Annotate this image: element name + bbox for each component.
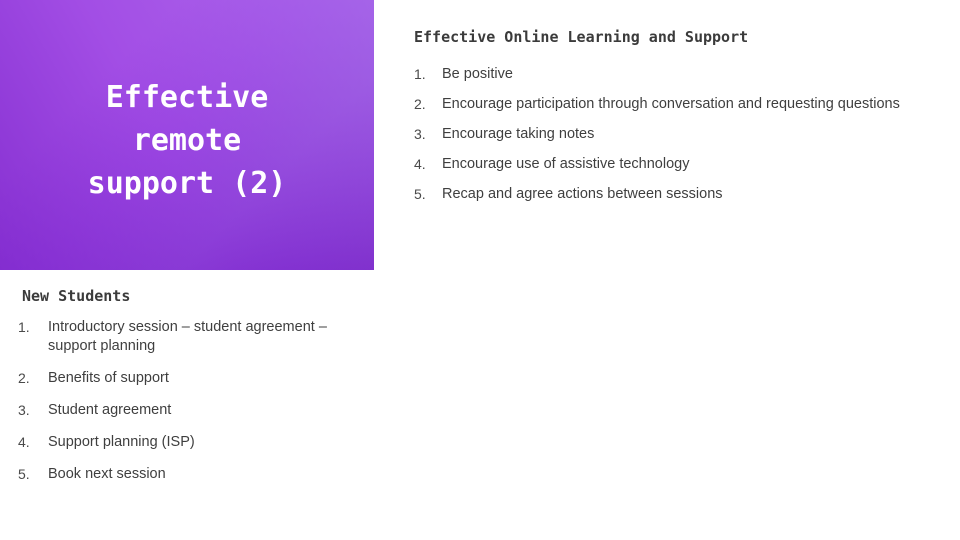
list-item-number: 4. (414, 156, 426, 172)
list-item-text: Book next session (48, 466, 166, 482)
list-item: 1. Be positive (414, 65, 926, 84)
right-section-list: 1. Be positive 2. Encourage participatio… (414, 65, 926, 215)
list-item-number: 3. (414, 126, 426, 142)
slide-title: Effective remote support (2) (87, 80, 287, 201)
list-item-number: 1. (18, 319, 30, 335)
new-students-list: 1. Introductory session – student agreem… (18, 318, 348, 484)
list-item: 5. Book next session (18, 465, 348, 484)
list-item: 2. Benefits of support (18, 369, 348, 388)
list-item-number: 5. (414, 186, 426, 202)
slide-canvas: Effective remote support (2) Effective O… (0, 0, 960, 540)
list-item-text: Recap and agree actions between sessions (442, 186, 723, 202)
list-item-number: 4. (18, 434, 30, 450)
right-section-heading: Effective Online Learning and Support (414, 28, 749, 46)
list-item-text: Introductory session – student agreement… (48, 319, 327, 354)
list-item: 3. Encourage taking notes (414, 125, 926, 144)
list-item: 1. Introductory session – student agreem… (18, 318, 348, 356)
list-item-number: 2. (414, 96, 426, 112)
list-item-text: Encourage participation through conversa… (442, 96, 900, 112)
list-item: 4. Support planning (ISP) (18, 433, 348, 452)
list-item-number: 3. (18, 402, 30, 418)
bottom-section-heading: New Students (22, 287, 131, 305)
list-item: 3. Student agreement (18, 401, 348, 420)
bottom-section-list: 1. Introductory session – student agreem… (18, 318, 348, 497)
list-item-text: Encourage use of assistive technology (442, 156, 690, 172)
effective-online-learning-list: 1. Be positive 2. Encourage participatio… (414, 65, 926, 204)
list-item-number: 2. (18, 370, 30, 386)
list-item-text: Encourage taking notes (442, 126, 595, 142)
list-item-text: Be positive (442, 66, 513, 82)
list-item-text: Student agreement (48, 402, 172, 418)
list-item-text: Support planning (ISP) (48, 434, 195, 450)
list-item-number: 5. (18, 466, 30, 482)
list-item: 2. Encourage participation through conve… (414, 95, 926, 114)
list-item-number: 1. (414, 66, 426, 82)
list-item-text: Benefits of support (48, 370, 169, 386)
title-panel: Effective remote support (2) (0, 0, 374, 270)
list-item: 5. Recap and agree actions between sessi… (414, 185, 926, 204)
list-item: 4. Encourage use of assistive technology (414, 155, 926, 174)
